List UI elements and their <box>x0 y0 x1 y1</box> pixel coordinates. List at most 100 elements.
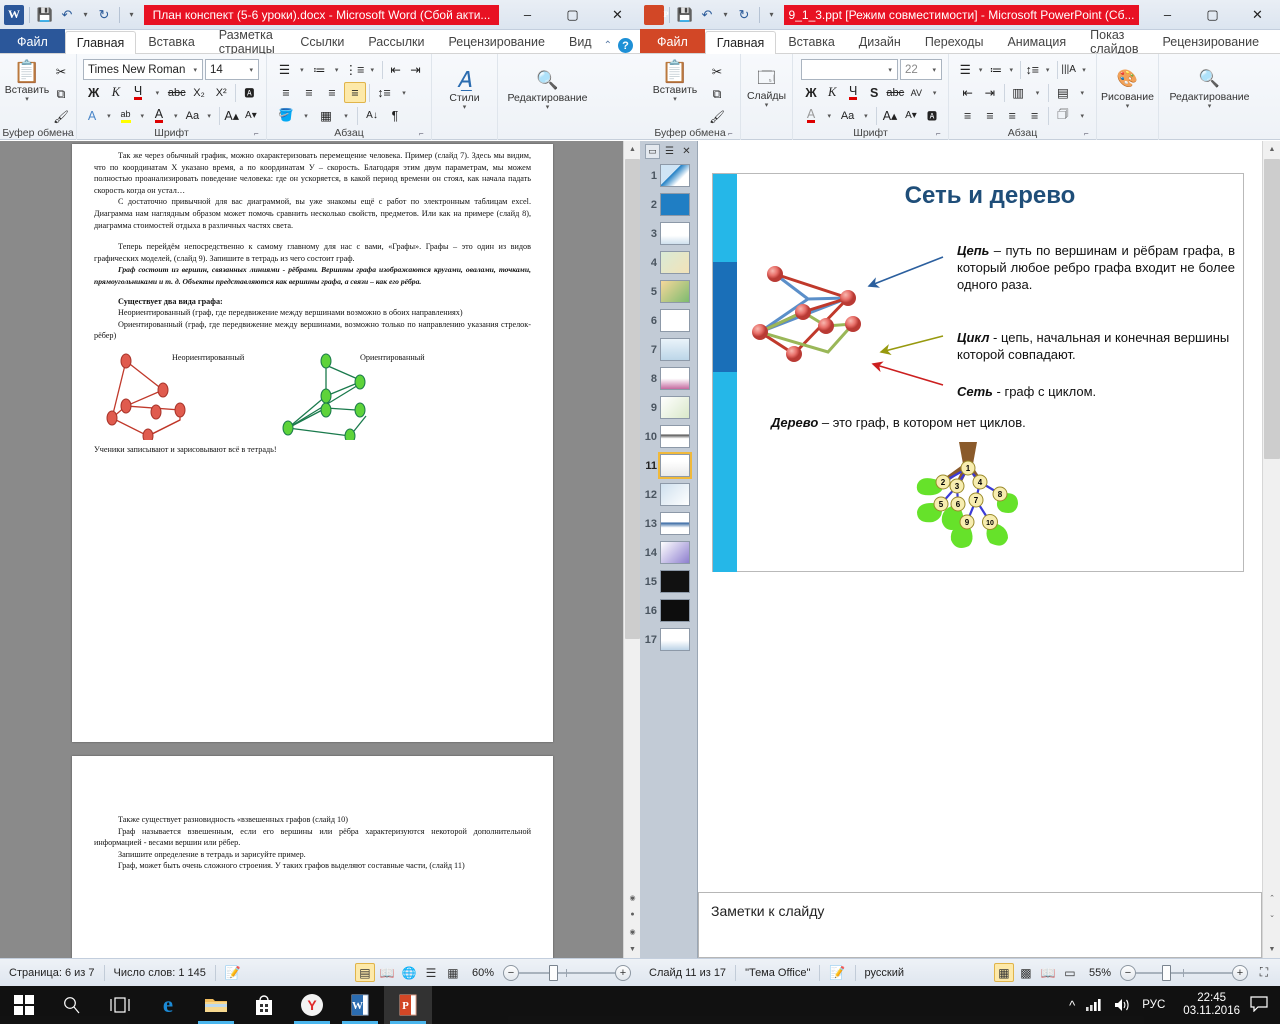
slide-thumb-14[interactable]: 14 <box>640 538 697 567</box>
view-web-layout-icon[interactable]: 🌐 <box>399 963 419 982</box>
font-dialog-launcher[interactable]: ⌐ <box>936 129 945 138</box>
chevron-down-icon[interactable]: ▾ <box>885 66 895 74</box>
font-color-icon[interactable]: A <box>150 105 168 126</box>
italic-button[interactable]: К <box>822 82 842 103</box>
numbering-icon[interactable]: ≔ <box>988 59 1005 80</box>
slide-thumb-8[interactable]: 8 <box>640 364 697 393</box>
ppt-window-controls[interactable]: – ▢ ✕ <box>1145 0 1280 30</box>
editing-button[interactable]: 🔍 Редактирование ▾ <box>500 66 596 111</box>
status-theme[interactable]: "Тема Office" <box>736 967 819 979</box>
shrink-font-icon[interactable]: A▾ <box>242 105 260 126</box>
chevron-down-icon[interactable]: ▾ <box>927 82 942 103</box>
scroll-down-button[interactable]: ▼ <box>1263 941 1280 958</box>
word-document-area[interactable]: Так же через обычный график, можно охара… <box>0 141 640 958</box>
slider-thumb[interactable] <box>549 964 558 981</box>
font-name-combo[interactable]: Times New Roman ▾ <box>83 59 203 80</box>
slide-thumb-10[interactable]: 10 <box>640 422 697 451</box>
task-view-icon[interactable] <box>96 986 144 1024</box>
slides-tab-icon[interactable]: ☰ <box>662 144 677 159</box>
chevron-down-icon[interactable]: ▾ <box>859 105 874 126</box>
borders-icon[interactable]: ▦ <box>315 105 337 126</box>
tab-review[interactable]: Рецензирование <box>436 30 557 53</box>
slide-thumb-7[interactable]: 7 <box>640 335 697 364</box>
font-size-combo[interactable]: 22 ▾ <box>899 59 942 80</box>
powerpoint-icon[interactable]: P <box>644 4 669 25</box>
powerpoint-taskbar-icon[interactable]: P <box>384 986 432 1024</box>
slide-preview[interactable] <box>660 541 690 564</box>
tab-view[interactable]: Вид <box>1271 30 1280 53</box>
word-ribbon-tabs[interactable]: Файл Главная Вставка Разметка страницы С… <box>0 28 640 56</box>
multilevel-list-icon[interactable]: ⋮≡ <box>345 59 365 80</box>
previous-slide-button[interactable]: ⌃ <box>1263 889 1280 906</box>
sort-icon[interactable]: А↓ <box>361 105 383 126</box>
zoom-out-button[interactable]: − <box>503 964 519 981</box>
drawing-button[interactable]: 🎨 Рисование ▾ <box>1101 65 1154 110</box>
bold-button[interactable]: Ж <box>83 82 104 103</box>
chevron-down-icon[interactable]: ▾ <box>169 105 182 126</box>
fit-slide-to-window-icon[interactable]: ⛶ <box>1254 963 1274 982</box>
slide-thumb-17[interactable]: 17 <box>640 625 697 654</box>
convert-to-smartart-icon[interactable]: 🗇 <box>1052 105 1073 126</box>
bullets-icon[interactable]: ☰ <box>957 59 974 80</box>
font-dialog-launcher[interactable]: ⌐ <box>254 129 263 138</box>
next-page-button[interactable]: ◉ <box>624 923 640 940</box>
increase-indent-icon[interactable]: ⇥ <box>406 59 425 80</box>
copy-icon[interactable]: ⧉ <box>706 84 728 105</box>
line-spacing-icon[interactable]: ↕≡ <box>373 82 395 103</box>
chevron-down-icon[interactable]: ▾ <box>1126 103 1130 110</box>
decrease-indent-icon[interactable]: ⇤ <box>957 82 978 103</box>
cut-icon[interactable]: ✂ <box>50 61 72 82</box>
chevron-down-icon[interactable]: ▾ <box>25 96 29 103</box>
superscript-button[interactable]: X² <box>211 82 232 103</box>
align-center-icon[interactable]: ≡ <box>298 82 320 103</box>
word-icon[interactable]: W <box>4 4 24 25</box>
slide-thumb-1[interactable]: 1 <box>640 161 697 190</box>
highlight-color-icon[interactable]: ab <box>116 105 134 126</box>
outline-tab-icon[interactable]: ▭ <box>645 143 660 159</box>
word-vertical-scrollbar[interactable]: ▲ ◉ ● ◉ ▼ <box>623 141 640 958</box>
ppt-view-buttons[interactable]: ▦ ▩ 📖 ▭ <box>993 963 1080 982</box>
character-spacing-icon[interactable]: AV <box>906 82 926 103</box>
select-browse-object-button[interactable]: ● <box>624 906 640 923</box>
undo-icon[interactable]: ↶ <box>57 5 77 25</box>
shadow-button[interactable]: S <box>864 82 884 103</box>
spellcheck-icon[interactable]: 📝 <box>820 965 854 981</box>
tab-slideshow[interactable]: Показ слайдов <box>1078 28 1150 56</box>
word-quick-access-toolbar[interactable]: W 💾 ↶ ▾ ↻ ▾ <box>0 4 138 25</box>
font-size-combo[interactable]: 14 ▾ <box>205 59 259 80</box>
paste-button[interactable]: 📋 Вставить ▾ <box>644 58 706 104</box>
bullets-icon[interactable]: ☰ <box>275 59 294 80</box>
search-icon[interactable] <box>48 986 96 1024</box>
word-view-buttons[interactable]: ▤ 📖 🌐 ☰ ▦ <box>354 963 463 982</box>
slide-text-cycle[interactable]: Цикл - цепь, начальная и конечная вершин… <box>957 329 1247 363</box>
tab-insert[interactable]: Вставка <box>136 30 206 53</box>
action-center-icon[interactable] <box>1250 995 1280 1015</box>
chevron-down-icon[interactable]: ▾ <box>975 59 987 80</box>
slide-preview[interactable] <box>660 599 690 622</box>
paste-button[interactable]: 📋 Вставить ▾ <box>4 58 50 104</box>
customize-qat-icon[interactable]: ▾ <box>765 5 778 25</box>
minimize-ribbon-icon[interactable]: ⌃ <box>604 40 612 51</box>
tab-view[interactable]: Вид <box>557 30 604 53</box>
zoom-in-button[interactable]: + <box>1232 964 1248 981</box>
align-left-icon[interactable]: ≡ <box>275 82 297 103</box>
chevron-down-icon[interactable]: ▾ <box>396 82 412 103</box>
italic-button[interactable]: К <box>105 82 126 103</box>
font-color-icon[interactable]: A <box>801 105 821 126</box>
slide-preview[interactable] <box>660 425 690 448</box>
redo-icon[interactable]: ↻ <box>94 5 114 25</box>
view-print-layout-icon[interactable]: ▤ <box>354 963 375 982</box>
word-taskbar-icon[interactable]: W <box>336 986 384 1024</box>
tab-review[interactable]: Рецензирование <box>1151 30 1272 53</box>
justify-icon[interactable]: ≡ <box>344 82 366 103</box>
cut-icon[interactable]: ✂ <box>706 61 728 82</box>
clear-formatting-icon[interactable]: 🅰 <box>922 105 942 126</box>
windows-taskbar[interactable]: e Y W P ^ РУС 22:45 03.11.2016 <box>0 986 1280 1024</box>
slide-preview[interactable] <box>660 164 690 187</box>
tab-home[interactable]: Главная <box>64 31 137 54</box>
close-button[interactable]: ✕ <box>1235 0 1280 30</box>
slide-canvas[interactable]: Сеть и дерево Цепь – путь по вершинам и … <box>712 173 1244 572</box>
previous-page-button[interactable]: ◉ <box>624 889 640 906</box>
scroll-up-button[interactable]: ▲ <box>624 141 640 158</box>
format-painter-icon[interactable]: 🖌 <box>50 107 72 128</box>
